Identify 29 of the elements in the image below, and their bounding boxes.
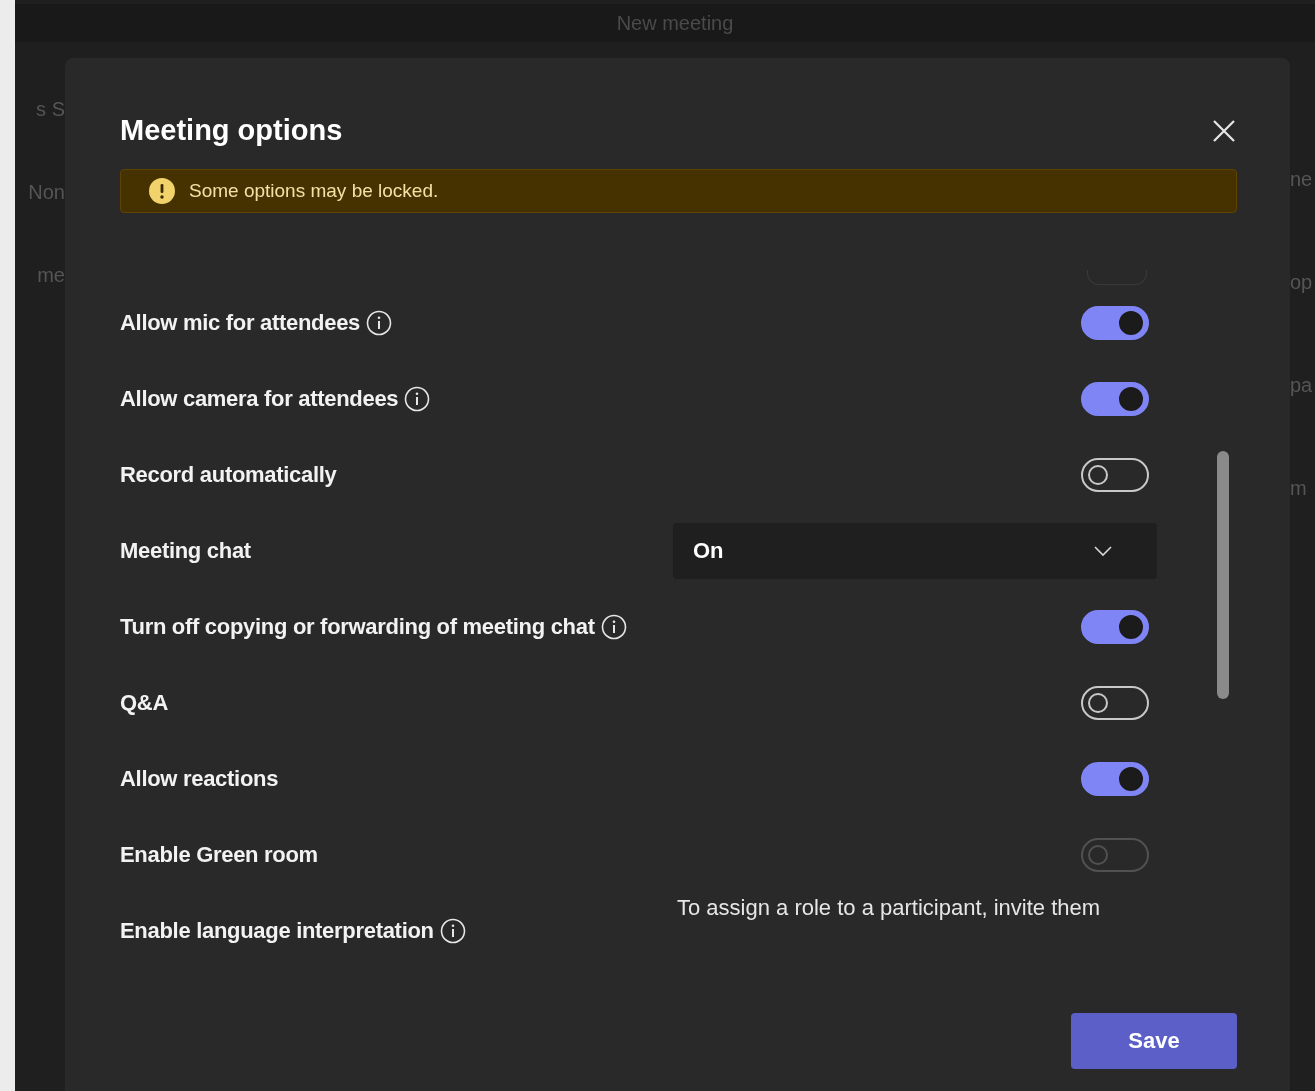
toggle-switch[interactable] — [1081, 306, 1149, 340]
toggle-switch[interactable] — [1081, 610, 1149, 644]
toggle-switch[interactable] — [1081, 458, 1149, 492]
option-label: Record automatically — [120, 462, 337, 488]
info-icon[interactable] — [600, 614, 627, 640]
info-icon[interactable] — [439, 918, 466, 944]
info-icon[interactable] — [366, 310, 393, 336]
dialog-title: Meeting options — [120, 114, 343, 147]
option-label: Meeting chat — [120, 538, 251, 564]
toggle-switch[interactable] — [1081, 382, 1149, 416]
option-label: Allow reactions — [120, 766, 279, 792]
warning-icon — [149, 178, 175, 204]
chevron-down-icon — [1093, 545, 1113, 557]
save-button[interactable]: Save — [1071, 1013, 1237, 1069]
option-label: Enable Green room — [120, 842, 318, 868]
close-icon — [1212, 118, 1236, 143]
scrollbar[interactable] — [1217, 451, 1229, 699]
toggle-switch[interactable] — [1081, 686, 1149, 720]
note-text: To assign a role to a participant, invite them — [677, 895, 1102, 921]
close-button[interactable] — [1212, 118, 1236, 143]
option-label: Q&A — [120, 690, 168, 716]
option-label: Enable language interpretation — [120, 918, 434, 944]
option-label: Allow camera for attendees — [120, 386, 399, 412]
chat-dropdown[interactable]: On — [673, 523, 1157, 579]
info-icon[interactable] — [404, 386, 431, 412]
banner-text: Some options may be locked. — [189, 180, 439, 202]
option-label: Allow mic for attendees — [120, 310, 361, 336]
option-label: Turn off copying or forwarding of meeting chat — [120, 614, 595, 640]
toggle-switch[interactable] — [1081, 762, 1149, 796]
